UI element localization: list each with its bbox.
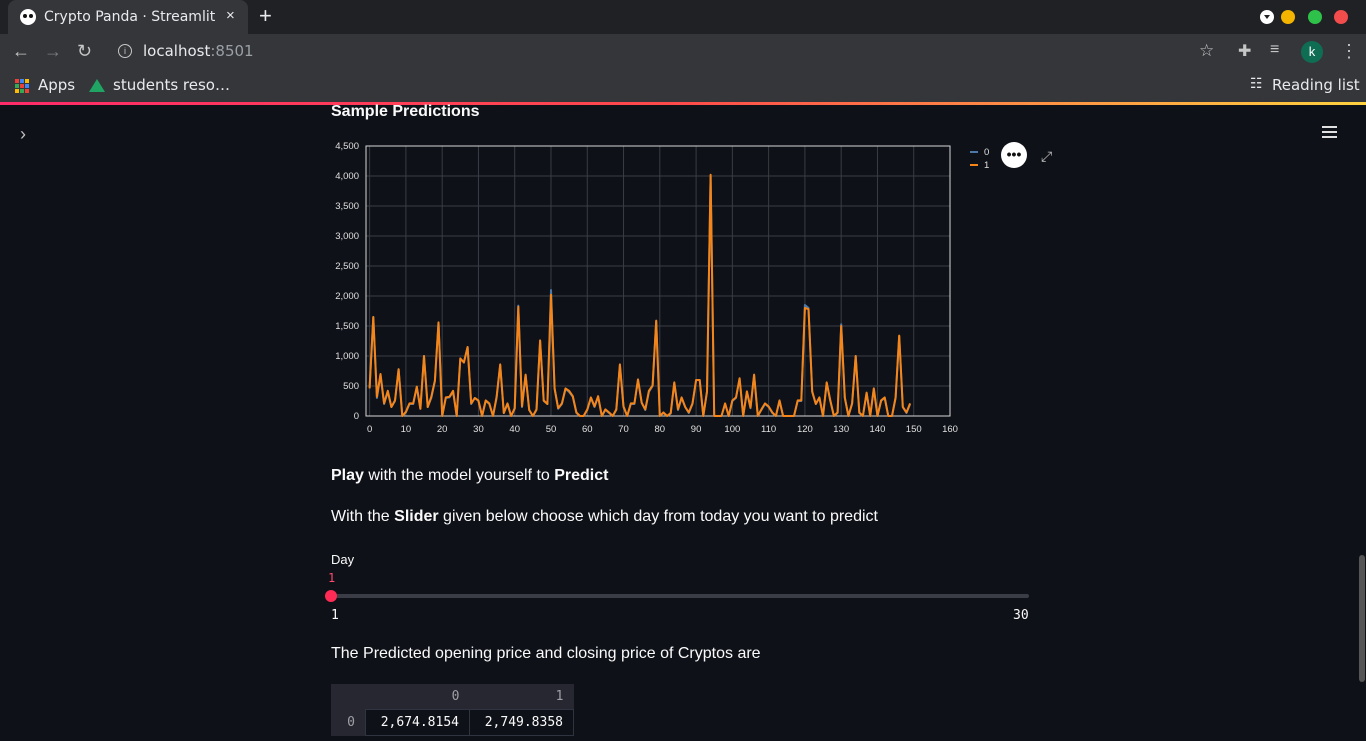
back-icon[interactable]: ← xyxy=(12,41,30,62)
window-controls xyxy=(1273,10,1348,24)
predicted-prices-text: The Predicted opening price and closing … xyxy=(331,645,761,662)
x-tick-label: 10 xyxy=(401,424,412,435)
y-tick-label: 0 xyxy=(354,411,359,422)
column-header[interactable]: 0 xyxy=(365,684,470,710)
bookmarks-bar: Apps students reso… ☷ Reading list xyxy=(0,70,1366,103)
hamburger-icon[interactable] xyxy=(1322,126,1337,141)
slider-label: Day xyxy=(331,552,355,567)
x-tick-label: 100 xyxy=(724,424,740,435)
slider-current-value: 1 xyxy=(328,571,336,585)
bookmark-star-icon[interactable]: ☆ xyxy=(1199,41,1214,61)
table-cell[interactable]: 2,674.8154 xyxy=(365,709,470,736)
profile-avatar[interactable]: k xyxy=(1301,41,1323,63)
table-cell[interactable]: 2,749.8358 xyxy=(469,709,574,736)
browser-tab[interactable]: Crypto Panda · Streamlit × xyxy=(8,0,248,34)
table-row: 0 2,674.8154 2,749.8358 xyxy=(331,709,574,736)
x-tick-label: 160 xyxy=(942,424,958,435)
reading-list-icon: ☷ xyxy=(1250,76,1263,92)
expand-icon[interactable]: ⤢ xyxy=(1041,148,1052,165)
x-tick-label: 60 xyxy=(582,424,593,435)
browser-menu-icon[interactable]: ⋮ xyxy=(1340,41,1358,62)
new-tab-button[interactable]: + xyxy=(259,3,272,29)
bookmark-apps[interactable]: Apps xyxy=(38,76,75,94)
table-header-row: 0 1 xyxy=(331,684,574,710)
slider-max-label: 30 xyxy=(1013,608,1029,623)
section-title: Sample Predictions xyxy=(331,103,480,120)
url-host: localhost xyxy=(143,42,211,60)
day-slider-track[interactable] xyxy=(331,594,1029,598)
x-tick-label: 50 xyxy=(546,424,557,435)
maximize-button[interactable] xyxy=(1307,10,1322,24)
close-window-button[interactable] xyxy=(1334,10,1348,24)
google-drive-icon xyxy=(89,79,105,92)
extensions-icon[interactable]: ✚ xyxy=(1238,41,1251,61)
x-tick-label: 120 xyxy=(797,424,813,435)
page-scrollbar[interactable] xyxy=(1359,555,1365,682)
x-tick-label: 110 xyxy=(761,424,776,435)
chevron-right-icon[interactable]: › xyxy=(20,124,26,145)
x-tick-label: 70 xyxy=(618,424,629,435)
predict-bold: Predict xyxy=(554,467,609,484)
y-tick-label: 2,000 xyxy=(335,291,359,302)
play-bold: Play xyxy=(331,467,364,484)
index-header xyxy=(331,684,366,710)
apps-grid-icon xyxy=(15,79,29,93)
y-tick-label: 1,500 xyxy=(335,321,359,332)
tab-search-icon[interactable] xyxy=(1260,10,1274,24)
slider-intro-1: With the xyxy=(331,508,395,525)
legend-label[interactable]: 1 xyxy=(984,160,989,171)
x-tick-label: 140 xyxy=(870,424,886,435)
play-text: with the model yourself to xyxy=(363,467,555,484)
x-tick-label: 40 xyxy=(509,424,520,435)
slider-instruction: With the Slider given below choose which… xyxy=(331,508,878,526)
y-tick-label: 4,000 xyxy=(335,171,359,182)
column-header[interactable]: 1 xyxy=(469,684,574,710)
reading-list-button[interactable]: Reading list xyxy=(1272,76,1360,94)
x-tick-label: 20 xyxy=(437,424,448,435)
row-index: 0 xyxy=(331,709,366,736)
day-slider-thumb[interactable] xyxy=(325,590,337,602)
address-bar[interactable]: localhost:8501 xyxy=(143,42,254,60)
y-tick-label: 4,500 xyxy=(335,141,359,152)
x-tick-label: 80 xyxy=(655,424,666,435)
y-tick-label: 2,500 xyxy=(335,261,359,272)
site-info-icon[interactable]: i xyxy=(118,44,132,58)
tab-close-icon[interactable]: × xyxy=(226,7,235,24)
x-tick-label: 150 xyxy=(906,424,922,435)
browser-toolbar: ← → ↻ i localhost:8501 ☆ ✚ ≡ k ⋮ xyxy=(0,34,1366,70)
browser-tab-bar: Crypto Panda · Streamlit × + xyxy=(0,0,1366,34)
slider-intro-2: given below choose which day from today … xyxy=(438,508,878,525)
slider-bold: Slider xyxy=(394,508,439,525)
streamlit-header-decoration xyxy=(0,102,1366,105)
url-port: :8501 xyxy=(210,42,254,60)
tab-title: Crypto Panda · Streamlit xyxy=(44,9,216,25)
reload-icon[interactable]: ↻ xyxy=(77,41,92,62)
slider-min-label: 1 xyxy=(331,608,339,623)
x-tick-label: 130 xyxy=(833,424,849,435)
minimize-button[interactable] xyxy=(1281,10,1296,24)
x-tick-label: 0 xyxy=(367,424,372,435)
media-queue-icon[interactable]: ≡ xyxy=(1270,41,1279,59)
bookmark-students-resources[interactable]: students reso… xyxy=(113,76,230,94)
forward-icon[interactable]: → xyxy=(44,41,62,62)
play-instruction: Play with the model yourself to Predict xyxy=(331,467,608,485)
y-tick-label: 3,000 xyxy=(335,231,359,242)
more-options-icon[interactable]: ••• xyxy=(1001,142,1027,168)
predictions-line-chart[interactable]: 05001,0001,5002,0002,5003,0003,5004,0004… xyxy=(330,138,1070,438)
legend-label[interactable]: 0 xyxy=(984,147,989,158)
y-tick-label: 1,000 xyxy=(335,351,359,362)
y-tick-label: 500 xyxy=(343,381,359,392)
y-tick-label: 3,500 xyxy=(335,201,359,212)
x-tick-label: 30 xyxy=(473,424,484,435)
x-tick-label: 90 xyxy=(691,424,702,435)
panda-favicon-icon xyxy=(20,9,36,25)
predictions-dataframe[interactable]: 0 1 0 2,674.8154 2,749.8358 xyxy=(331,684,574,736)
